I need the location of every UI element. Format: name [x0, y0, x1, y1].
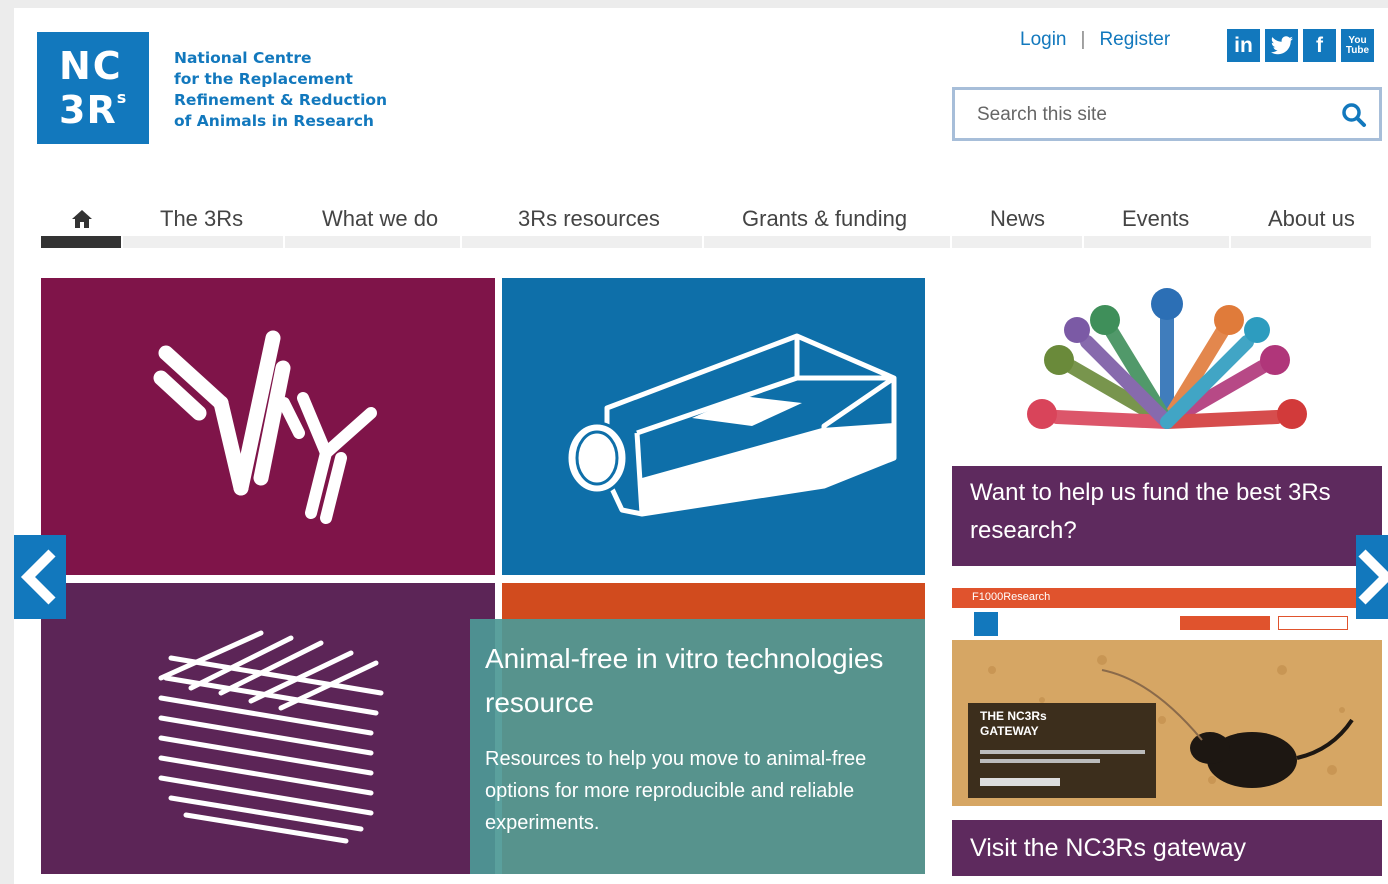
nav-indicator: [123, 236, 283, 248]
search-box: [952, 87, 1382, 141]
youtube-icon[interactable]: You Tube: [1341, 29, 1374, 62]
gateway-caption[interactable]: Visit the NC3Rs gateway: [952, 820, 1382, 876]
nav-indicator: [704, 236, 950, 248]
logo-line: National Centre: [174, 49, 312, 67]
logo-line: of Animals in Research: [174, 112, 374, 130]
logo-line: Refinement & Reduction: [174, 91, 388, 109]
page: NC 3Rs National Centre for the Replaceme…: [14, 8, 1388, 884]
gateway-button: [1180, 616, 1270, 630]
tile-antibodies[interactable]: [41, 278, 495, 575]
nav-indicator-active: [41, 236, 121, 248]
login-link[interactable]: Login: [1020, 29, 1067, 50]
antibody-icon: [153, 330, 377, 524]
fund-promo[interactable]: Want to help us fund the best 3Rs resear…: [952, 270, 1382, 566]
fund-caption: Want to help us fund the best 3Rs resear…: [952, 466, 1382, 566]
nav-indicator: [1231, 236, 1371, 248]
nav-indicator: [462, 236, 702, 248]
scaffold-icon: [158, 630, 384, 844]
gateway-button: [1278, 616, 1348, 630]
register-link[interactable]: Register: [1099, 29, 1170, 50]
logo-text[interactable]: National Centre for the Replacement Refi…: [174, 48, 387, 132]
flask-icon: [565, 333, 897, 517]
logo-nc: NC: [59, 44, 123, 88]
logo-line: for the Replacement: [174, 70, 353, 88]
chevron-left-icon: [20, 549, 56, 605]
account-links: Login | Register: [1020, 29, 1170, 51]
carousel-next-button[interactable]: [1356, 535, 1388, 619]
logo[interactable]: NC 3Rs: [37, 32, 149, 144]
chevron-right-icon: [1358, 549, 1388, 605]
carousel-prev-button[interactable]: [14, 535, 66, 619]
search-icon[interactable]: [1341, 102, 1367, 133]
tile-3d-scaffold[interactable]: [41, 583, 495, 874]
feature-panel[interactable]: Animal-free in vitro technologies resour…: [470, 619, 925, 874]
main-nav: The 3Rs What we do 3Rs resources Grants …: [41, 188, 1388, 250]
nc3rs-mini-logo: [974, 612, 998, 636]
search-input[interactable]: [975, 101, 1329, 129]
gateway-subheader: [952, 608, 1382, 640]
link-separator: |: [1080, 29, 1086, 50]
social-links: in f You Tube: [1227, 29, 1374, 62]
tile-cell-culture[interactable]: [502, 278, 925, 575]
nav-indicator: [952, 236, 1082, 248]
linkedin-icon[interactable]: in: [1227, 29, 1260, 62]
facebook-icon[interactable]: f: [1303, 29, 1336, 62]
logo-3rs: 3Rs: [59, 88, 128, 132]
twitter-icon[interactable]: [1265, 29, 1298, 62]
feature-description: Resources to help you move to animal-fre…: [485, 748, 867, 834]
gateway-badge: THE NC3Rs GATEWAY: [968, 703, 1156, 798]
gateway-header: F1000Research: [952, 588, 1382, 608]
gateway-image[interactable]: F1000Research THE NC3Rs GATEWAY: [952, 588, 1382, 806]
nav-indicator: [1084, 236, 1229, 248]
feature-title: Animal-free in vitro technologies resour…: [485, 643, 884, 718]
nav-indicator: [285, 236, 460, 248]
